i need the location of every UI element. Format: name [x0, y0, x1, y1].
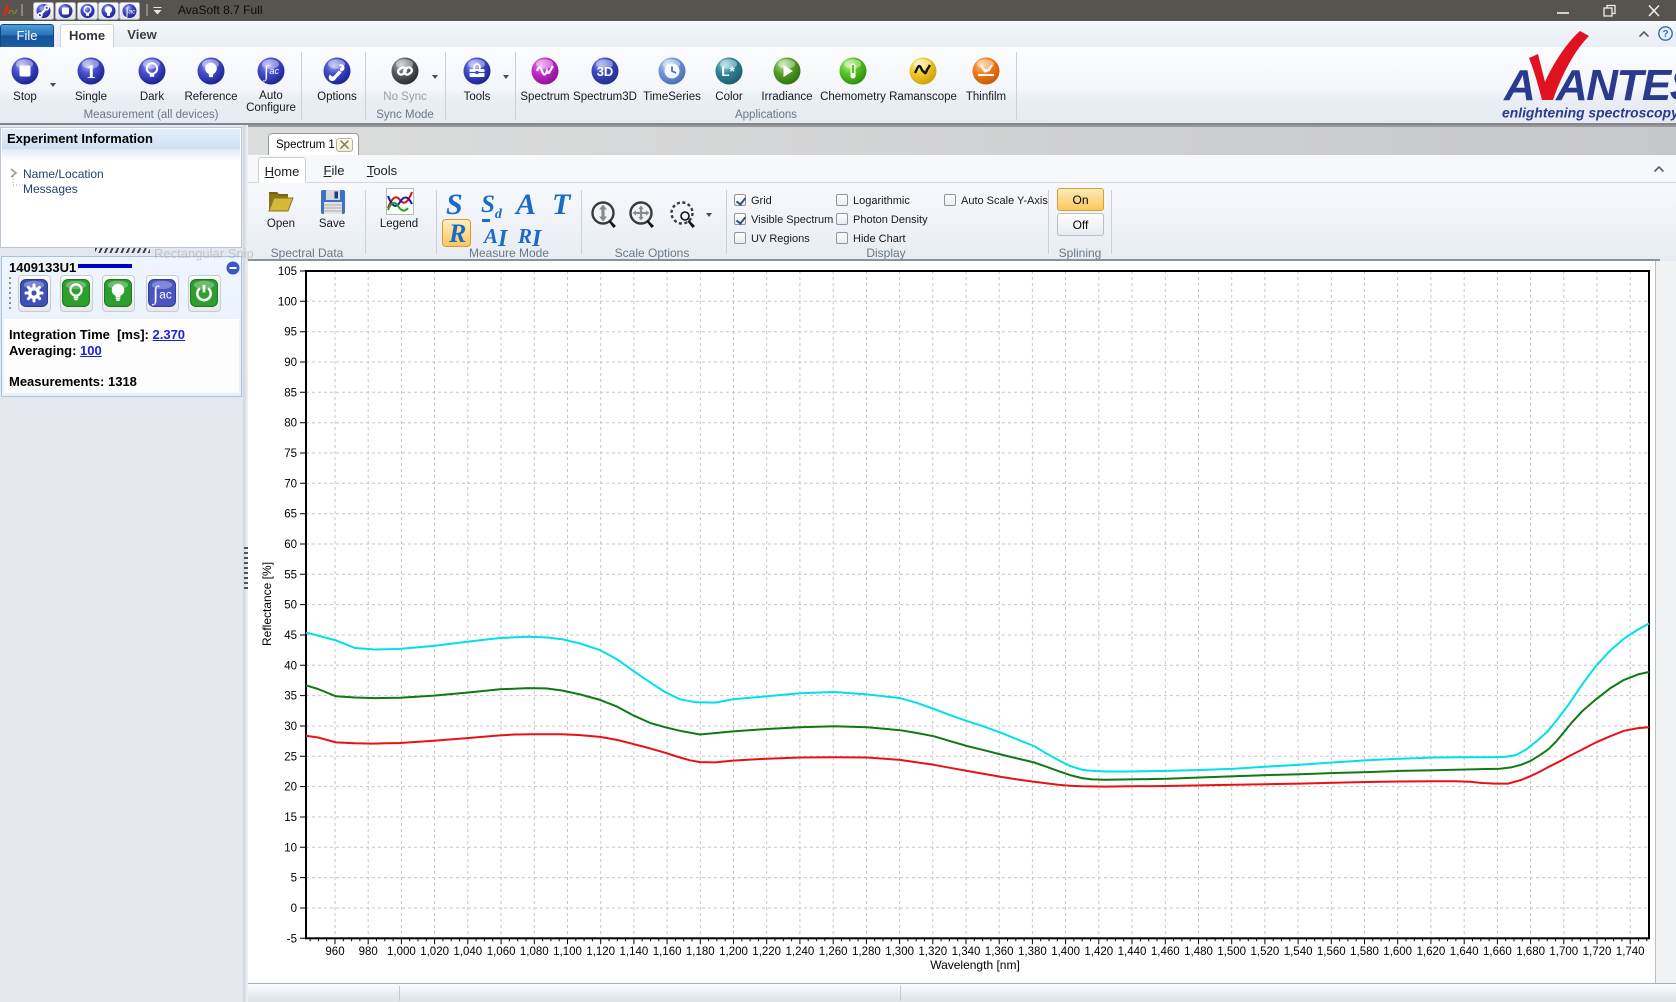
svg-text:1,540: 1,540: [1284, 946, 1313, 958]
svg-text:85: 85: [284, 387, 297, 399]
svg-text:1,180: 1,180: [686, 946, 715, 958]
svg-text:100: 100: [278, 296, 297, 308]
svg-text:1,400: 1,400: [1051, 946, 1080, 958]
svg-text:1,120: 1,120: [586, 946, 615, 958]
svg-text:1,060: 1,060: [487, 946, 516, 958]
svg-text:1,280: 1,280: [852, 946, 881, 958]
svg-text:1,580: 1,580: [1350, 946, 1379, 958]
svg-text:ANTES: ANTES: [1555, 61, 1676, 110]
svg-text:75: 75: [284, 448, 297, 460]
svg-text:L*: L*: [721, 64, 735, 79]
svg-text:980: 980: [359, 946, 378, 958]
svg-text:1,200: 1,200: [719, 946, 748, 958]
svg-text:ac: ac: [270, 66, 280, 76]
svg-text:1,320: 1,320: [918, 946, 947, 958]
svg-text:0: 0: [291, 903, 297, 915]
svg-text:ac: ac: [129, 9, 137, 16]
svg-text:1,720: 1,720: [1583, 946, 1612, 958]
svg-text:1,440: 1,440: [1118, 946, 1147, 958]
svg-text:55: 55: [284, 569, 297, 581]
svg-text:1,220: 1,220: [752, 946, 781, 958]
svg-text:1,740: 1,740: [1616, 946, 1645, 958]
svg-text:1,700: 1,700: [1549, 946, 1578, 958]
svg-text:Wavelength [nm]: Wavelength [nm]: [930, 958, 1020, 972]
svg-text:1,640: 1,640: [1450, 946, 1479, 958]
svg-text:45: 45: [284, 630, 297, 642]
svg-text:3D: 3D: [597, 64, 614, 79]
svg-text:95: 95: [284, 327, 297, 339]
svg-text:Reflectance [%]: Reflectance [%]: [260, 562, 274, 646]
svg-text:1,620: 1,620: [1417, 946, 1446, 958]
svg-text:1,380: 1,380: [1018, 946, 1047, 958]
svg-text:1: 1: [86, 61, 96, 83]
svg-text:1,140: 1,140: [620, 946, 649, 958]
svg-text:1,240: 1,240: [786, 946, 815, 958]
svg-text:5: 5: [291, 873, 297, 885]
svg-text:1,160: 1,160: [653, 946, 682, 958]
svg-text:1,680: 1,680: [1516, 946, 1545, 958]
svg-text:1,040: 1,040: [453, 946, 482, 958]
svg-text:1,560: 1,560: [1317, 946, 1346, 958]
svg-text:1,600: 1,600: [1383, 946, 1412, 958]
svg-text:80: 80: [284, 418, 297, 430]
svg-text:A: A: [1503, 61, 1534, 110]
svg-text:1,000: 1,000: [387, 946, 416, 958]
svg-text:-5: -5: [287, 933, 297, 945]
svg-text:15: 15: [284, 812, 297, 824]
svg-text:1,420: 1,420: [1084, 946, 1113, 958]
svg-text:60: 60: [284, 539, 297, 551]
svg-text:1,500: 1,500: [1217, 946, 1246, 958]
svg-text:105: 105: [278, 266, 297, 278]
svg-text:70: 70: [284, 478, 297, 490]
svg-text:1,660: 1,660: [1483, 946, 1512, 958]
svg-text:1,480: 1,480: [1184, 946, 1213, 958]
svg-text:1,360: 1,360: [985, 946, 1014, 958]
svg-text:1,300: 1,300: [885, 946, 914, 958]
svg-text:enlightening spectroscopy: enlightening spectroscopy: [1502, 105, 1676, 121]
svg-text:10: 10: [284, 842, 297, 854]
svg-text:90: 90: [284, 357, 297, 369]
svg-text:1,460: 1,460: [1151, 946, 1180, 958]
svg-text:960: 960: [325, 946, 344, 958]
svg-text:30: 30: [284, 721, 297, 733]
svg-text:1,340: 1,340: [952, 946, 981, 958]
svg-text:1,520: 1,520: [1251, 946, 1280, 958]
svg-text:25: 25: [284, 751, 297, 763]
svg-text:1,080: 1,080: [520, 946, 549, 958]
svg-text:ac: ac: [159, 287, 172, 301]
svg-text:40: 40: [284, 660, 297, 672]
svg-text:65: 65: [284, 509, 297, 521]
svg-text:20: 20: [284, 782, 297, 794]
svg-text:1,100: 1,100: [553, 946, 582, 958]
svg-text:35: 35: [284, 691, 297, 703]
svg-text:1,260: 1,260: [819, 946, 848, 958]
svg-text:50: 50: [284, 600, 297, 612]
svg-text:1,020: 1,020: [420, 946, 449, 958]
